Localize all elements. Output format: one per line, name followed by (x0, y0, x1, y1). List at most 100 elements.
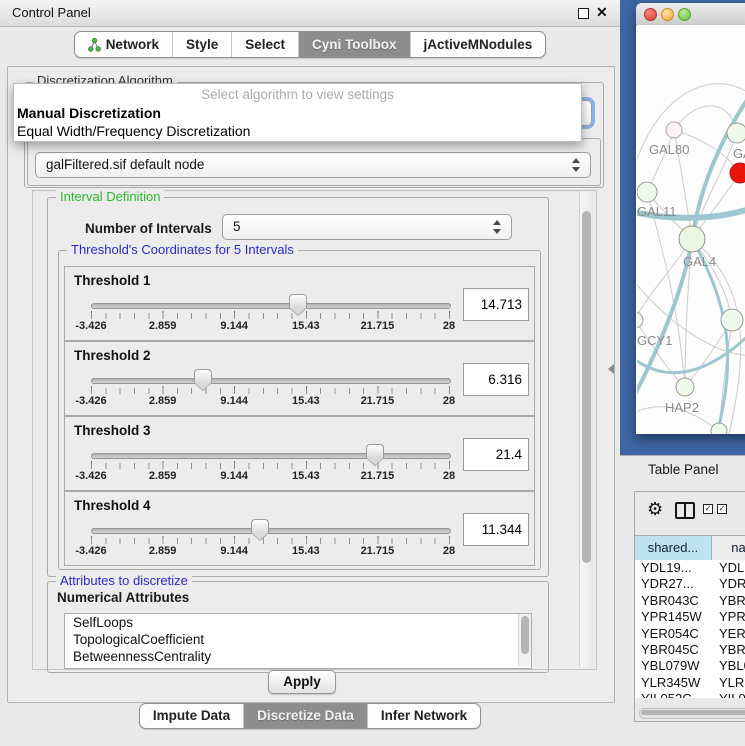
table-row[interactable]: YBR045CYBR0 (635, 642, 745, 658)
tick-label: -3.426 (75, 320, 106, 332)
popup-option-equal-width-frequency[interactable]: Equal Width/Frequency Discretization (14, 122, 581, 140)
table-data-combobox[interactable]: galFiltered.sif default node (35, 152, 591, 178)
tab-jactivemnodules[interactable]: jActiveMNodules (410, 32, 546, 57)
columns-icon[interactable] (675, 502, 695, 519)
gear-icon[interactable]: ⚙ (647, 499, 663, 520)
tick-label: 15.43 (292, 545, 320, 557)
threshold-4-label: Threshold 4 (74, 498, 151, 513)
control-panel-title: Control Panel (12, 0, 91, 26)
cell: YPR1 (719, 609, 745, 625)
table-row[interactable]: YIL052CYIL0 (635, 691, 745, 698)
scrollbar-thumb[interactable] (582, 211, 591, 563)
horizontal-scrollbar[interactable] (639, 708, 745, 719)
node-gal11[interactable] (637, 182, 657, 202)
list-item-topologicalcoefficient[interactable]: TopologicalCoefficient (65, 631, 531, 648)
threshold-4-value-field[interactable]: 11.344 (463, 513, 529, 546)
tab-network[interactable]: Network (75, 32, 172, 57)
checkbox-icon[interactable]: ✓ (703, 504, 713, 514)
tick-label: 9.144 (220, 545, 248, 557)
table-row[interactable]: YER054CYER0 (635, 626, 745, 642)
tab-impute-data[interactable]: Impute Data (140, 704, 243, 728)
cell: YPR145W (635, 609, 719, 625)
number-of-intervals-combobox[interactable]: 5 (222, 214, 512, 240)
window-zoom-button[interactable] (678, 8, 691, 21)
node-selected-red[interactable] (730, 163, 745, 183)
cell: YBR045C (635, 642, 719, 658)
node-gal4[interactable] (679, 226, 705, 252)
tick-label: 28 (443, 470, 455, 482)
tab-infer-network[interactable]: Infer Network (367, 704, 480, 728)
list-scrollbar[interactable] (518, 614, 531, 666)
node-partial-top[interactable] (727, 123, 745, 143)
column-header-name[interactable]: na (712, 536, 745, 560)
cell: YER054C (635, 626, 719, 642)
node-gal80[interactable] (666, 122, 682, 138)
vertical-scrollbar[interactable] (579, 191, 595, 667)
threshold-3-value-field[interactable]: 21.4 (463, 438, 529, 471)
interval-definition-title: Interval Definition (56, 189, 164, 204)
tick-label: 21.715 (361, 545, 395, 557)
threshold-1-slider[interactable] (91, 303, 451, 309)
tick-label: -3.426 (75, 545, 106, 557)
table-data-selected-value: galFiltered.sif default node (46, 153, 204, 177)
threshold-2-slider[interactable] (91, 378, 451, 384)
threshold-3-slider-thumb[interactable] (366, 444, 384, 458)
network-view-window: GAL80 GA C GAL11 GAL4 GCY1 H HAP2 (636, 3, 745, 434)
control-panel: Control Panel ✕ Network Style Select Cyn… (0, 0, 620, 745)
float-window-icon[interactable] (578, 8, 589, 19)
node-hap2[interactable] (676, 378, 694, 396)
table-row[interactable]: YBL079WYBL0 (635, 658, 745, 674)
popup-option-manual-discretization[interactable]: Manual Discretization (14, 104, 581, 122)
column-header-shared[interactable]: shared... (635, 536, 712, 560)
tick-label: 15.43 (292, 320, 320, 332)
tab-select[interactable]: Select (231, 32, 298, 57)
tab-impute-data-label: Impute Data (153, 704, 230, 728)
threshold-3-label: Threshold 3 (74, 423, 151, 438)
combo-spinner-icon (572, 158, 581, 172)
threshold-2-label: Threshold 2 (74, 348, 151, 363)
threshold-2-slider-thumb[interactable] (194, 369, 212, 383)
table-row[interactable]: YDL19...YDL1 (635, 560, 745, 576)
cell: YBR043C (635, 593, 719, 609)
tab-discretize-data[interactable]: Discretize Data (243, 704, 367, 728)
cell: YDL19... (635, 560, 719, 576)
window-minimize-button[interactable] (661, 8, 674, 21)
tab-style[interactable]: Style (172, 32, 231, 57)
tick-label: 9.144 (220, 395, 248, 407)
tab-cyni-toolbox[interactable]: Cyni Toolbox (298, 32, 410, 57)
table-row[interactable]: YLR345WYLR3 (635, 675, 745, 691)
table-row[interactable]: YBR043CYBR0 (635, 593, 745, 609)
tab-jactivemnodules-label: jActiveMNodules (424, 32, 533, 57)
desktop-area: GAL80 GA C GAL11 GAL4 GCY1 H HAP2 Table … (620, 0, 745, 745)
node-bottom[interactable] (711, 423, 727, 434)
threshold-4-slider-thumb[interactable] (251, 519, 269, 533)
threshold-3-slider[interactable] (91, 453, 451, 459)
tab-cyni-toolbox-label: Cyni Toolbox (312, 32, 397, 57)
checkbox-icon[interactable]: ✓ (717, 504, 727, 514)
tab-style-label: Style (186, 32, 218, 57)
close-icon[interactable]: ✕ (596, 4, 608, 21)
threshold-4-slider[interactable] (91, 528, 451, 534)
panel-divider-handle[interactable] (608, 364, 614, 374)
scrollbar-thumb[interactable] (521, 616, 529, 654)
tick-label: 21.715 (361, 320, 395, 332)
threshold-2-value-field[interactable]: 6.316 (463, 363, 529, 396)
scrollbar-thumb[interactable] (641, 710, 745, 715)
window-close-button[interactable] (644, 8, 657, 21)
cell: YBR0 (719, 593, 745, 609)
threshold-1-slider-thumb[interactable] (289, 294, 307, 308)
cell: YIL052C (635, 691, 719, 698)
threshold-1-value-field[interactable]: 14.713 (463, 288, 529, 321)
list-item-betweennesscentrality[interactable]: BetweennessCentrality (65, 648, 531, 665)
list-item-selfloops[interactable]: SelfLoops (65, 614, 531, 631)
node-gcy1[interactable] (637, 312, 643, 328)
cell: YIL0 (719, 691, 745, 698)
table-row[interactable]: YDR27...YDR2 (635, 576, 745, 592)
node-partial-right[interactable] (721, 309, 743, 331)
table-row[interactable]: YPR145WYPR1 (635, 609, 745, 625)
apply-button[interactable]: Apply (268, 670, 336, 694)
tick-label: 21.715 (361, 395, 395, 407)
network-canvas[interactable]: GAL80 GA C GAL11 GAL4 GCY1 H HAP2 (637, 25, 745, 434)
network-window-titlebar (636, 3, 745, 26)
threshold-1-label: Threshold 1 (74, 273, 151, 288)
